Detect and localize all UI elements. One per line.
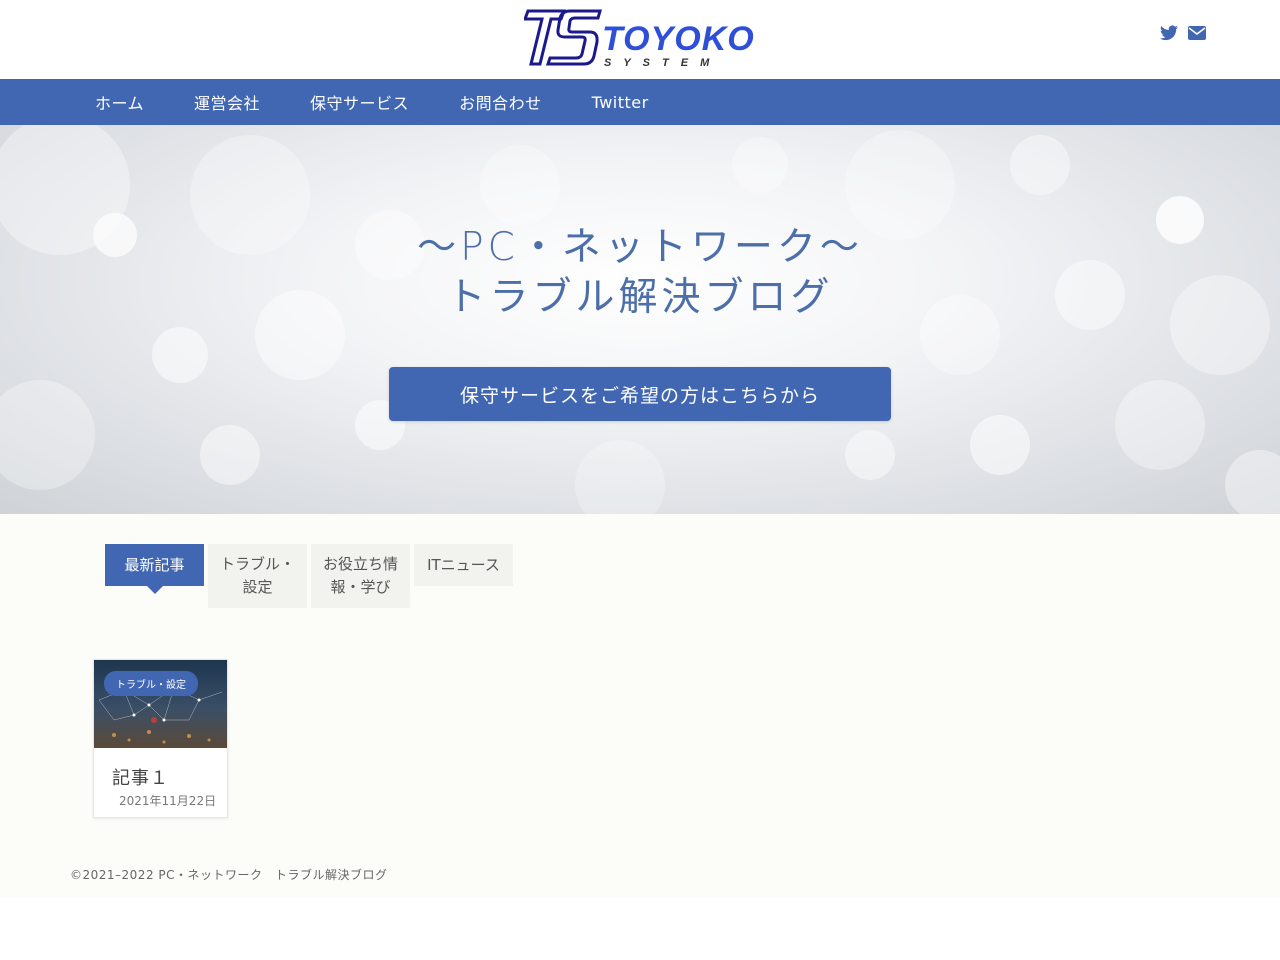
tab-latest[interactable]: 最新記事 bbox=[105, 544, 204, 594]
site-header: TOYOKO SYSTEM bbox=[0, 0, 1280, 79]
tab-useful-info[interactable]: お役立ち情報・学び bbox=[311, 544, 410, 608]
nav-item-company[interactable]: 運営会社 bbox=[169, 79, 285, 125]
post-title[interactable]: 記事１ bbox=[112, 764, 169, 790]
logo-sub: SYSTEM bbox=[604, 57, 721, 68]
social-links bbox=[1160, 22, 1208, 42]
nav-item-twitter[interactable]: Twitter bbox=[567, 79, 674, 125]
tab-it-news[interactable]: ITニュース bbox=[414, 544, 513, 586]
tab-trouble-settings[interactable]: トラブル・設定 bbox=[208, 544, 307, 608]
hero-title-line-2: トラブル解決ブログ bbox=[446, 275, 834, 320]
footer-copyright: ©2021–2022 PC・ネットワーク トラブル解決ブログ bbox=[70, 868, 388, 882]
mail-icon[interactable] bbox=[1188, 22, 1208, 42]
post-card[interactable]: トラブル・設定 記事１ 2021年11月22日 bbox=[93, 659, 228, 818]
post-thumbnail: トラブル・設定 bbox=[94, 660, 227, 748]
twitter-icon[interactable] bbox=[1160, 22, 1180, 42]
nav-item-home[interactable]: ホーム bbox=[70, 79, 169, 125]
global-nav: ホーム 運営会社 保守サービス お問合わせ Twitter bbox=[0, 79, 1280, 125]
maintenance-cta-button[interactable]: 保守サービスをご希望の方はこちらから bbox=[389, 367, 891, 421]
hero-title-line-1: ～PC・ネットワーク～ bbox=[417, 225, 863, 270]
main-content: 最新記事 トラブル・設定 お役立ち情報・学び ITニュース トラブル・設定 記事… bbox=[0, 514, 1280, 898]
nav-item-contact[interactable]: お問合わせ bbox=[434, 79, 567, 125]
hero-title: ～PC・ネットワーク～ トラブル解決ブログ bbox=[0, 223, 1280, 323]
hero-banner: ～PC・ネットワーク～ トラブル解決ブログ 保守サービスをご希望の方はこちらから bbox=[0, 125, 1280, 514]
post-category-tabs: 最新記事 トラブル・設定 お役立ち情報・学び ITニュース bbox=[105, 544, 513, 608]
site-logo[interactable]: TOYOKO SYSTEM bbox=[522, 8, 756, 69]
nav-item-maintenance[interactable]: 保守サービス bbox=[285, 79, 434, 125]
logo-name: TOYOKO bbox=[602, 20, 755, 58]
post-date: 2021年11月22日 bbox=[119, 794, 217, 808]
post-category-label[interactable]: トラブル・設定 bbox=[104, 671, 198, 696]
